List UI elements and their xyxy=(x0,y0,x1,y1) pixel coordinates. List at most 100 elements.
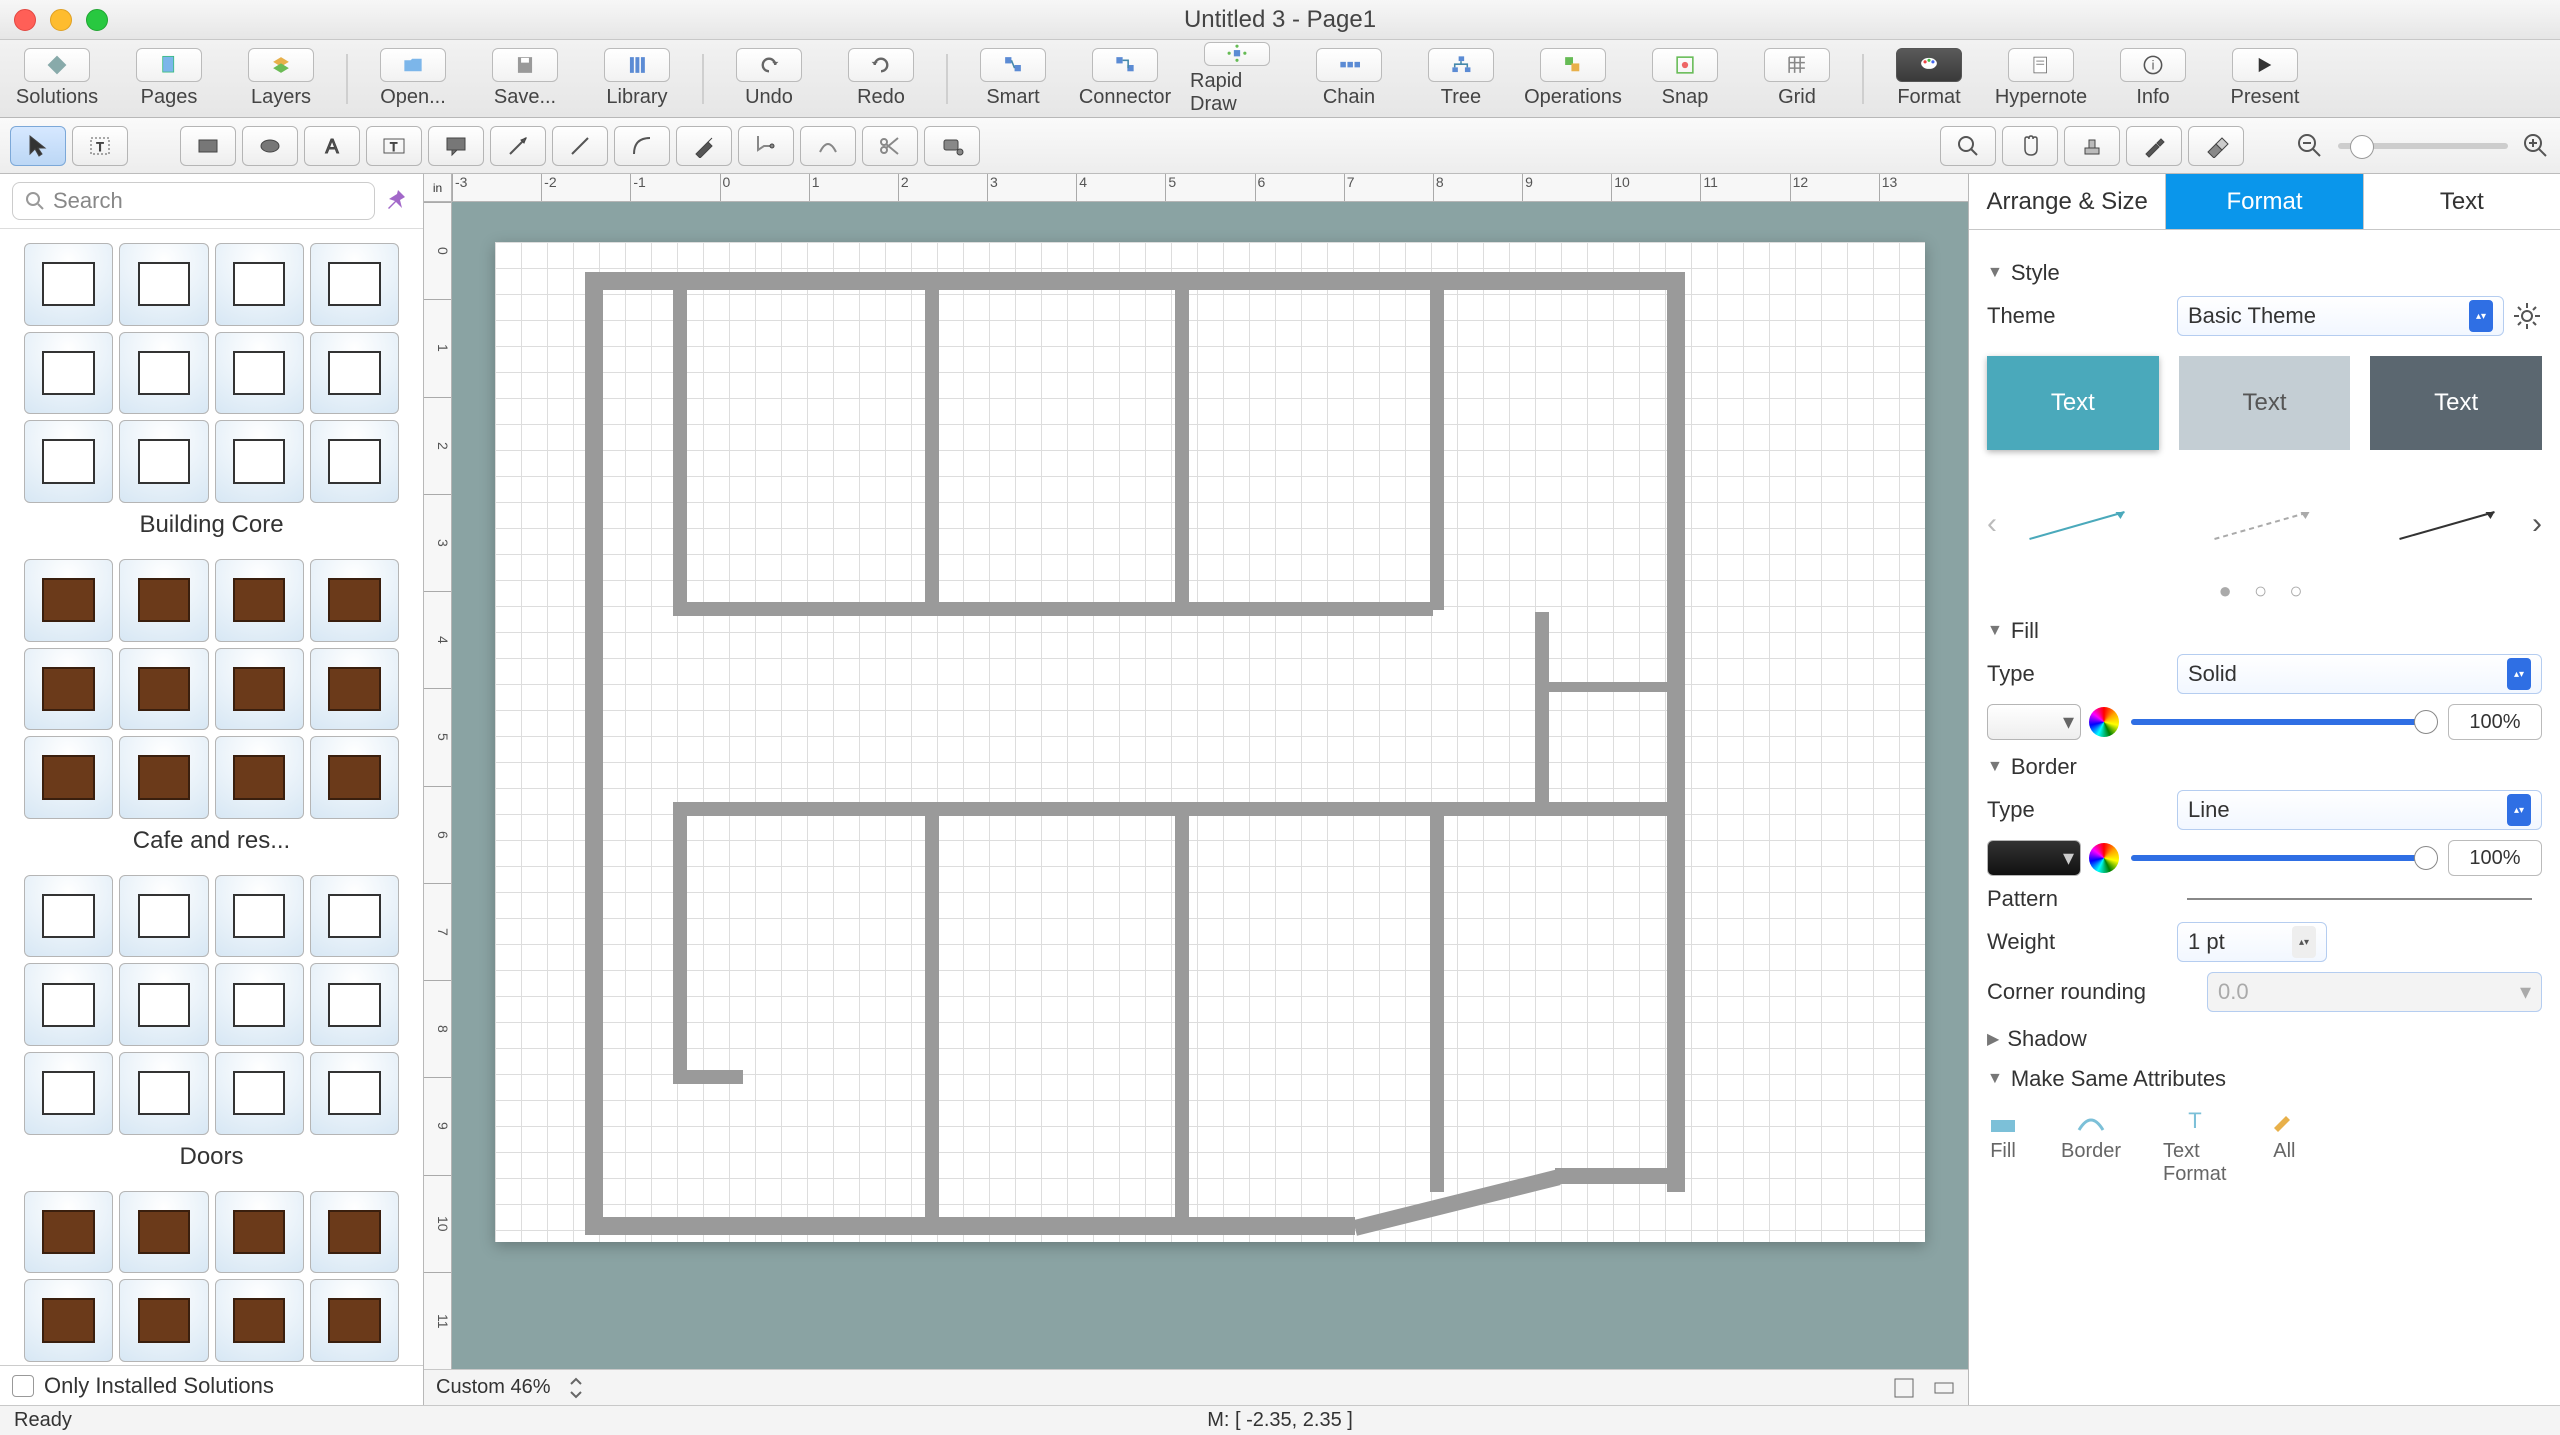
toolbar-hypernote[interactable]: Hypernote xyxy=(1994,44,2088,114)
toolbar-layers[interactable]: Layers xyxy=(234,44,328,114)
toolbar-undo[interactable]: Undo xyxy=(722,44,816,114)
only-installed-checkbox[interactable] xyxy=(12,1375,34,1397)
library-shape[interactable] xyxy=(310,875,399,958)
library-shape[interactable] xyxy=(310,420,399,503)
fill-opacity-value[interactable]: 100% xyxy=(2448,704,2542,740)
same-attrs-section-head[interactable]: ▼Make Same Attributes xyxy=(1987,1066,2542,1092)
curve-tool[interactable] xyxy=(800,126,856,166)
toolbar-format[interactable]: Format xyxy=(1882,44,1976,114)
library-shape[interactable] xyxy=(119,332,208,415)
library-shape[interactable] xyxy=(119,963,208,1046)
border-section-head[interactable]: ▼Border xyxy=(1987,754,2542,780)
library-list[interactable]: Building CoreCafe and res...Doors xyxy=(0,229,423,1365)
library-shape[interactable] xyxy=(310,736,399,819)
theme-prev-icon[interactable]: ‹ xyxy=(1987,507,1997,541)
tab-format[interactable]: Format xyxy=(2166,174,2363,229)
border-weight-field[interactable]: 1 pt▴▾ xyxy=(2177,922,2327,962)
border-opacity-value[interactable]: 100% xyxy=(2448,840,2542,876)
library-shape[interactable] xyxy=(215,1052,304,1135)
callout-tool[interactable] xyxy=(428,126,484,166)
eraser-tool[interactable] xyxy=(2188,126,2244,166)
eyedropper-tool[interactable] xyxy=(2126,126,2182,166)
library-shape[interactable] xyxy=(24,243,113,326)
library-shape[interactable] xyxy=(215,963,304,1046)
shadow-section-head[interactable]: ▶Shadow xyxy=(1987,1026,2542,1052)
ellipse-tool[interactable] xyxy=(242,126,298,166)
scissors-tool[interactable] xyxy=(862,126,918,166)
fill-opacity-slider[interactable] xyxy=(2131,719,2436,725)
library-shape[interactable] xyxy=(215,648,304,731)
toolbar-chain[interactable]: Chain xyxy=(1302,44,1396,114)
fit-width-icon[interactable] xyxy=(1932,1376,1956,1400)
same-attr-all[interactable]: All xyxy=(2268,1106,2300,1186)
same-attr-border[interactable]: Border xyxy=(2061,1106,2121,1186)
pan-tool[interactable] xyxy=(2002,126,2058,166)
theme-card-1[interactable]: Text xyxy=(1987,356,2159,450)
search-input[interactable]: Search xyxy=(12,182,375,220)
zoom-in-icon[interactable] xyxy=(2522,132,2550,160)
fill-type-select[interactable]: Solid▴▾ xyxy=(2177,654,2542,694)
library-shape[interactable] xyxy=(24,559,113,642)
library-shape[interactable] xyxy=(119,420,208,503)
library-shape[interactable] xyxy=(119,648,208,731)
toolbar-operations[interactable]: Operations xyxy=(1526,44,1620,114)
library-shape[interactable] xyxy=(215,332,304,415)
pointer-tool[interactable] xyxy=(10,126,66,166)
theme-card-3[interactable]: Text xyxy=(2370,356,2542,450)
library-shape[interactable] xyxy=(215,1191,304,1274)
library-shape[interactable] xyxy=(119,559,208,642)
toolbar-solutions[interactable]: Solutions xyxy=(10,44,104,114)
arrow-style-2[interactable] xyxy=(2182,486,2347,562)
toolbar-grid[interactable]: Grid xyxy=(1750,44,1844,114)
line-tool[interactable] xyxy=(552,126,608,166)
corner-rounding-field[interactable]: 0.0▾ xyxy=(2207,972,2542,1012)
zoom-stepper-icon[interactable] xyxy=(567,1376,585,1400)
library-shape[interactable] xyxy=(119,1052,208,1135)
stamp-tool[interactable] xyxy=(924,126,980,166)
library-shape[interactable] xyxy=(310,243,399,326)
library-shape[interactable] xyxy=(119,736,208,819)
library-shape[interactable] xyxy=(310,559,399,642)
toolbar-smart[interactable]: Smart xyxy=(966,44,1060,114)
theme-pager-dots[interactable]: ● ○ ○ xyxy=(1987,578,2542,604)
library-shape[interactable] xyxy=(24,1191,113,1274)
pin-icon[interactable] xyxy=(385,188,411,214)
canvas-viewport[interactable] xyxy=(452,202,1968,1369)
library-shape[interactable] xyxy=(215,875,304,958)
library-shape[interactable] xyxy=(310,1191,399,1274)
same-attr-text-format[interactable]: TTextFormat xyxy=(2163,1106,2226,1186)
library-shape[interactable] xyxy=(215,420,304,503)
tab-text[interactable]: Text xyxy=(2364,174,2560,229)
zoom-tool[interactable] xyxy=(1940,126,1996,166)
fit-page-icon[interactable] xyxy=(1892,1376,1916,1400)
zoom-slider[interactable] xyxy=(2338,143,2508,149)
arrow-style-3[interactable] xyxy=(2367,486,2532,562)
border-opacity-slider[interactable] xyxy=(2131,855,2436,861)
library-shape[interactable] xyxy=(24,648,113,731)
same-attr-fill[interactable]: Fill xyxy=(1987,1106,2019,1186)
library-shape[interactable] xyxy=(119,243,208,326)
library-shape[interactable] xyxy=(24,963,113,1046)
library-shape[interactable] xyxy=(24,736,113,819)
toolbar-library[interactable]: Library xyxy=(590,44,684,114)
border-pattern-preview[interactable] xyxy=(2187,898,2532,900)
border-type-select[interactable]: Line▴▾ xyxy=(2177,790,2542,830)
stamp2-tool[interactable] xyxy=(2064,126,2120,166)
library-shape[interactable] xyxy=(24,332,113,415)
border-color-wheel[interactable] xyxy=(2089,843,2119,873)
library-shape[interactable] xyxy=(215,559,304,642)
library-shape[interactable] xyxy=(310,332,399,415)
text-tool[interactable]: A xyxy=(304,126,360,166)
toolbar-save-[interactable]: Save... xyxy=(478,44,572,114)
toolbar-redo[interactable]: Redo xyxy=(834,44,928,114)
library-shape[interactable] xyxy=(310,963,399,1046)
library-shape[interactable] xyxy=(215,736,304,819)
library-shape[interactable] xyxy=(24,875,113,958)
only-installed-row[interactable]: Only Installed Solutions xyxy=(0,1365,423,1405)
toolbar-connector[interactable]: Connector xyxy=(1078,44,1172,114)
theme-select[interactable]: Basic Theme▴▾ xyxy=(2177,296,2504,336)
library-shape[interactable] xyxy=(310,1279,399,1362)
library-shape[interactable] xyxy=(119,1279,208,1362)
anchor-edit-tool[interactable] xyxy=(738,126,794,166)
library-shape[interactable] xyxy=(215,243,304,326)
